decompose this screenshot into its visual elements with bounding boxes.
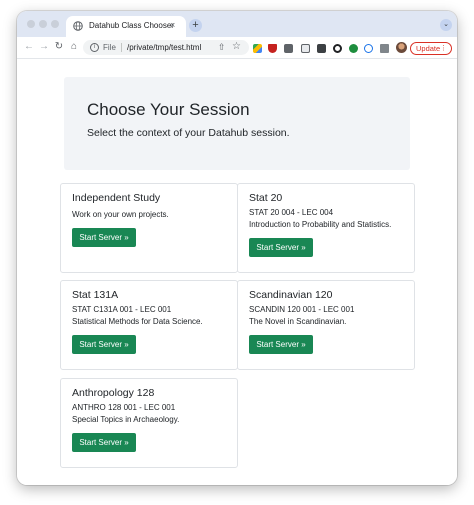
phone-extension-icon[interactable] [349,44,358,53]
session-title: Stat 20 [249,192,283,204]
back-button[interactable]: ← [22,40,36,54]
scheme-label: File [103,43,116,52]
page-content: Choose Your Session Select the context o… [17,60,457,485]
session-description: Work on your own projects. [72,210,169,219]
session-title: Anthropology 128 [72,387,155,399]
update-label: Update [416,44,441,53]
session-card-anthropology-128: Anthropology 128 ANTHRO 128 001 - LEC 00… [60,378,238,468]
session-description: Special Topics in Archaeology. [72,415,180,424]
divider [121,43,122,52]
tab-search-button[interactable]: ⌄ [440,19,452,31]
reload-button[interactable]: ↻ [52,40,66,54]
shield-extension-icon[interactable] [268,44,277,53]
update-button[interactable]: Update ⋮ [410,42,452,55]
session-description: Introduction to Probability and Statisti… [249,220,392,229]
bookmark-star-icon[interactable]: ☆ [232,40,241,54]
maximize-window-button[interactable] [51,20,59,28]
session-description: The Novel in Scandinavian. [249,317,347,326]
window-extension-icon[interactable] [301,44,310,53]
session-title: Independent Study [72,192,161,204]
globe-icon [73,21,83,31]
session-course-code: STAT C131A 001 - LEC 001 [72,305,172,314]
browser-tab[interactable]: Datahub Class Chooser × [66,16,186,37]
drive-extension-icon[interactable] [253,44,262,53]
tab-title: Datahub Class Chooser [89,21,174,30]
session-title: Stat 131A [72,289,119,301]
session-title: Scandinavian 120 [249,289,333,301]
start-server-button[interactable]: Start Server » [249,335,313,354]
sync-extension-icon[interactable] [364,44,373,53]
minimize-window-button[interactable] [39,20,47,28]
url-text[interactable]: /private/tmp/test.html [127,42,201,53]
session-card-stat-20: Stat 20 STAT 20 004 - LEC 004 Introducti… [237,183,415,273]
session-course-code: STAT 20 004 - LEC 004 [249,208,334,217]
browser-window: Datahub Class Chooser × + ⌄ ← → ↻ ⌂ i Fi… [17,11,457,485]
forward-button[interactable]: → [37,40,51,54]
session-card-scandinavian-120: Scandinavian 120 SCANDIN 120 001 - LEC 0… [237,280,415,370]
session-card-independent-study: Independent Study Work on your own proje… [60,183,238,273]
session-card-stat-131a: Stat 131A STAT C131A 001 - LEC 001 Stati… [60,280,238,370]
close-tab-icon[interactable]: × [170,19,175,31]
info-icon[interactable]: i [90,43,99,52]
start-server-button[interactable]: Start Server » [72,433,136,452]
hero-banner: Choose Your Session Select the context o… [64,77,410,170]
close-window-button[interactable] [27,20,35,28]
start-server-button[interactable]: Start Server » [72,335,136,354]
tab-strip: Datahub Class Chooser × + ⌄ [17,11,457,37]
share-icon[interactable]: ⇧ [218,40,226,54]
square-extension-icon[interactable] [284,44,293,53]
dark-extension-icon[interactable] [317,44,326,53]
puzzle-extensions-icon[interactable] [380,44,389,53]
session-course-code: SCANDIN 120 001 - LEC 001 [249,305,355,314]
circle-extension-icon[interactable] [333,44,342,53]
page-title: Choose Your Session [87,100,250,119]
page-subtitle: Select the context of your Datahub sessi… [87,127,290,139]
start-server-button[interactable]: Start Server » [249,238,313,257]
new-tab-button[interactable]: + [189,19,202,32]
profile-avatar[interactable] [396,42,407,53]
menu-dots-icon[interactable]: ⋮ [440,43,447,54]
start-server-button[interactable]: Start Server » [72,228,136,247]
session-description: Statistical Methods for Data Science. [72,317,203,326]
home-button[interactable]: ⌂ [67,40,81,54]
session-course-code: ANTHRO 128 001 - LEC 001 [72,403,176,412]
